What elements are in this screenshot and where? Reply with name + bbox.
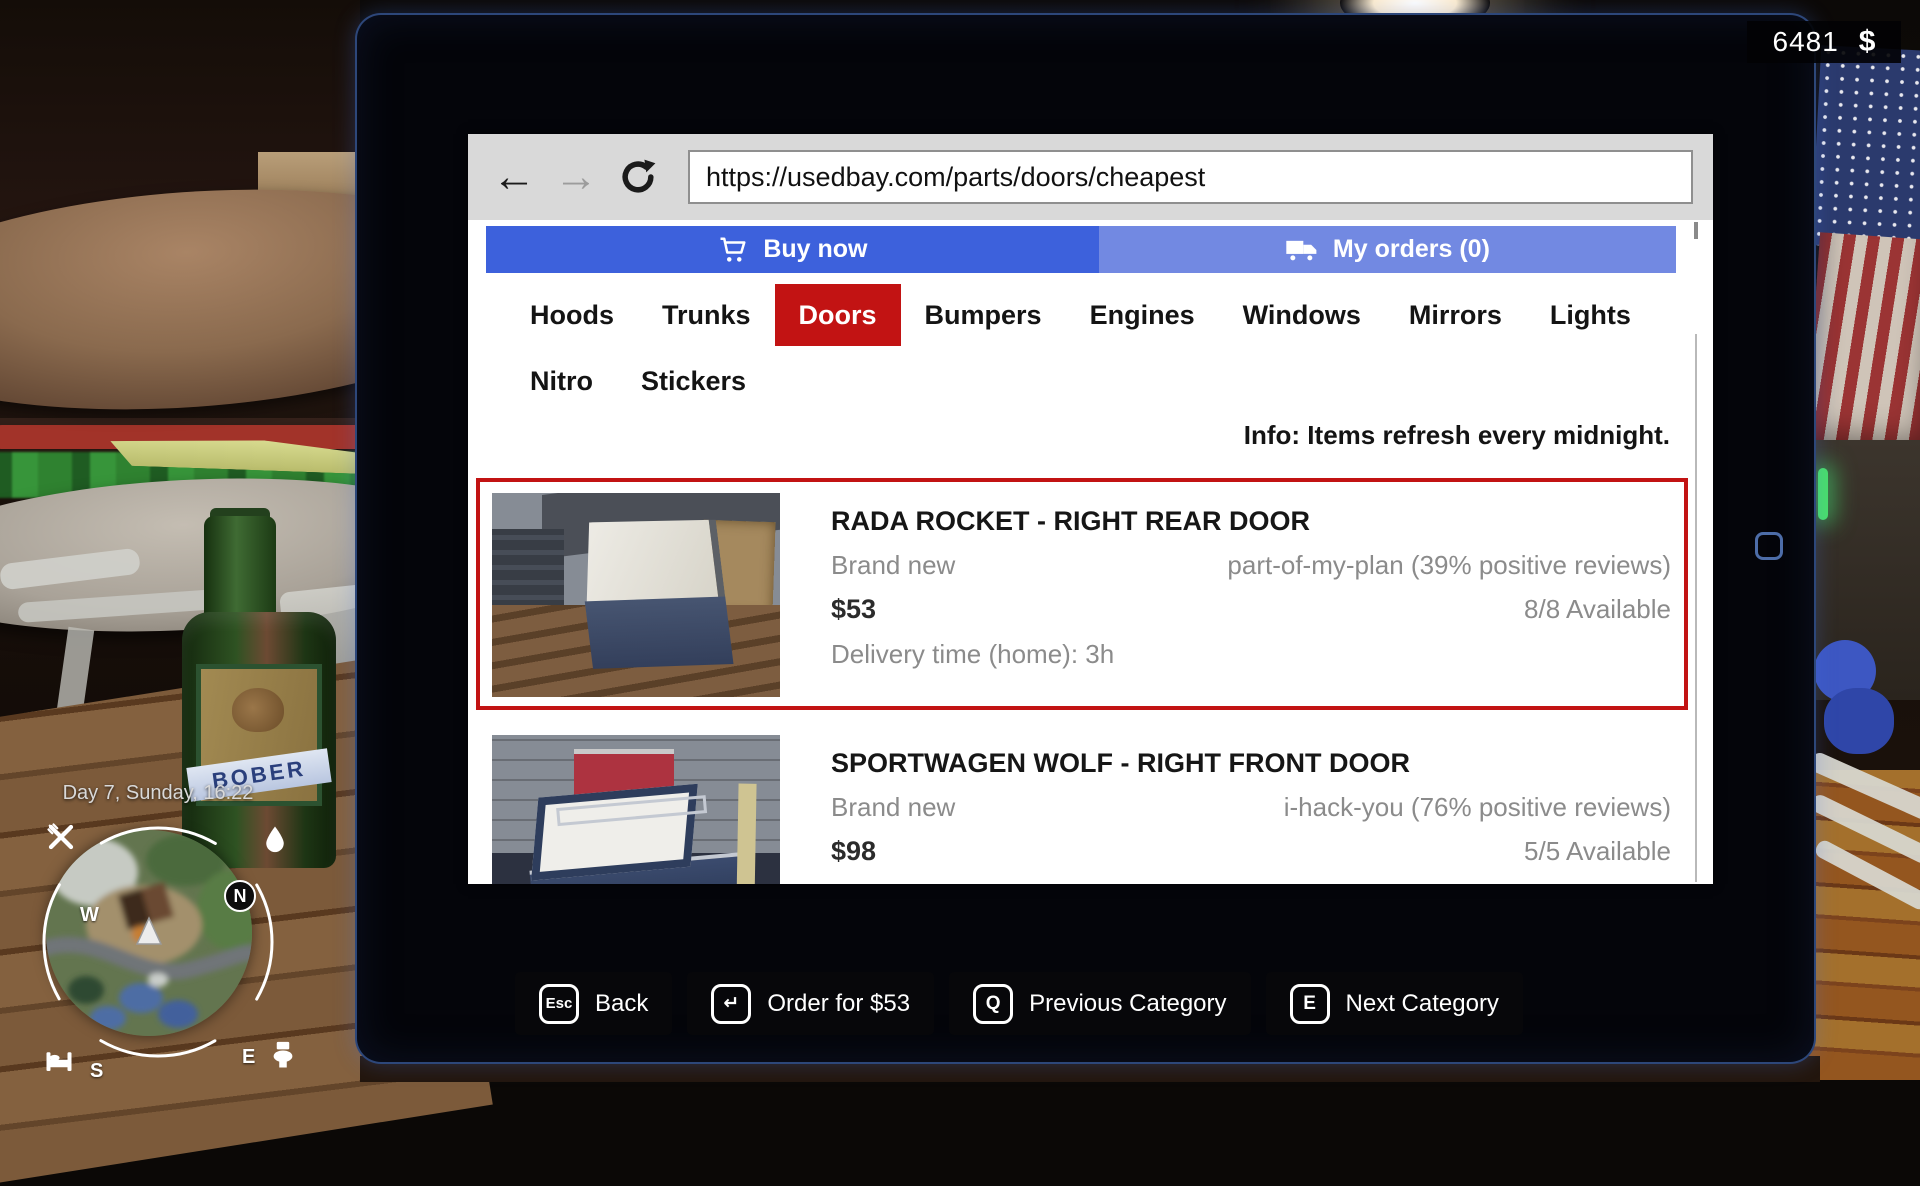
browser-window: ← → https://usedbay.com/parts/doors/chea… [468, 134, 1713, 884]
status-ring [34, 818, 282, 1066]
listing-price: $98 [831, 836, 876, 867]
currency-icon: $ [1859, 25, 1876, 59]
listing-thumbnail [492, 493, 780, 697]
toilet-icon [268, 1040, 298, 1070]
forward-arrow-icon: → [550, 155, 602, 199]
back-arrow-icon[interactable]: ← [488, 155, 540, 199]
listing-condition: Brand new [831, 550, 955, 581]
compass-north: N [224, 880, 256, 912]
thirst-icon [260, 824, 290, 854]
minimap: Day 7, Sunday, 16:22 [32, 778, 284, 1080]
esc-key-icon: Esc [539, 984, 579, 1024]
money-amount: 6481 [1773, 26, 1839, 58]
info-banner: Info: Items refresh every midnight. [468, 420, 1670, 451]
category-nitro[interactable]: Nitro [506, 350, 617, 412]
game-clock: Day 7, Sunday, 16:22 [32, 782, 284, 805]
listing-delivery: Delivery time (home): [831, 881, 1078, 884]
previous-category-button[interactable]: Q Previous Category [949, 972, 1250, 1035]
scrollbar-thumb[interactable] [1694, 222, 1698, 239]
listing-condition: Brand new [831, 792, 955, 823]
tab-my-orders-label: My orders (0) [1333, 235, 1490, 264]
e-key-icon: E [1290, 984, 1330, 1024]
category-tabs-row-2: Nitro Stickers [506, 350, 1676, 412]
category-hoods[interactable]: Hoods [506, 284, 638, 346]
american-flag-decoration [1811, 45, 1920, 250]
plush-toy-decoration [1824, 688, 1894, 754]
category-bumpers[interactable]: Bumpers [901, 284, 1066, 346]
listing-delivery: Delivery time (home): 3h [831, 639, 1114, 670]
hotkey-bar: Esc Back ↵ Order for $53 Q Previous Cate… [515, 972, 1523, 1035]
next-category-button[interactable]: E Next Category [1266, 972, 1523, 1035]
money-counter: 6481 $ [1747, 21, 1901, 63]
tab-my-orders[interactable]: My orders (0) [1099, 226, 1676, 273]
hunger-icon [46, 822, 76, 852]
tab-buy-now-label: Buy now [763, 235, 867, 264]
address-bar[interactable]: https://usedbay.com/parts/doors/cheapest [688, 150, 1693, 204]
compass-west: W [80, 904, 99, 927]
url-text: https://usedbay.com/parts/doors/cheapest [706, 162, 1205, 193]
shop-tabs: Buy now My orders (0) [486, 226, 1676, 273]
enter-key-icon: ↵ [711, 984, 751, 1024]
back-button[interactable]: Esc Back [515, 972, 672, 1035]
tablet-device: ← → https://usedbay.com/parts/doors/chea… [355, 13, 1816, 1064]
refresh-icon[interactable] [612, 151, 664, 203]
category-stickers[interactable]: Stickers [617, 350, 770, 412]
category-mirrors[interactable]: Mirrors [1385, 284, 1526, 346]
category-tabs-row-1: Hoods Trunks Doors Bumpers Engines Windo… [506, 284, 1676, 346]
beaver-illustration [232, 688, 284, 732]
cart-icon [717, 235, 749, 265]
browser-toolbar: ← → https://usedbay.com/parts/doors/chea… [468, 134, 1713, 220]
listing-seller: part-of-my-plan (39% positive reviews) [1227, 550, 1671, 581]
truck-icon [1285, 235, 1319, 265]
listing-row[interactable]: SPORTWAGEN WOLF - RIGHT FRONT DOOR Brand… [476, 720, 1688, 884]
compass-east: E [242, 1046, 255, 1069]
category-trunks[interactable]: Trunks [638, 284, 775, 346]
listing-seller: i-hack-you (76% positive reviews) [1284, 792, 1671, 823]
order-button[interactable]: ↵ Order for $53 [687, 972, 934, 1035]
listing-title: SPORTWAGEN WOLF - RIGHT FRONT DOOR [831, 748, 1671, 779]
green-neon-decoration [1818, 468, 1828, 520]
listing-thumbnail [492, 735, 780, 884]
listing-price: $53 [831, 594, 876, 625]
category-lights[interactable]: Lights [1526, 284, 1655, 346]
tablet-home-button[interactable] [1755, 532, 1783, 560]
car-door-image [527, 778, 753, 884]
category-engines[interactable]: Engines [1066, 284, 1219, 346]
car-door-image [575, 507, 732, 675]
sleep-icon [44, 1046, 74, 1076]
listing-row-selected[interactable]: RADA ROCKET - RIGHT REAR DOOR Brand new … [476, 478, 1688, 710]
listing-availability: 5/5 Available [1524, 836, 1671, 867]
category-windows[interactable]: Windows [1219, 284, 1385, 346]
category-doors-selected[interactable]: Doors [775, 284, 901, 346]
scrollbar-track [1695, 334, 1697, 882]
page-content: Buy now My orders (0) Hoods Trunks Doors [468, 220, 1713, 884]
american-flag-stripes [1804, 232, 1920, 470]
tab-buy-now[interactable]: Buy now [486, 226, 1099, 273]
q-key-icon: Q [973, 984, 1013, 1024]
listing-title: RADA ROCKET - RIGHT REAR DOOR [831, 506, 1671, 537]
listing-availability: 8/8 Available [1524, 594, 1671, 625]
